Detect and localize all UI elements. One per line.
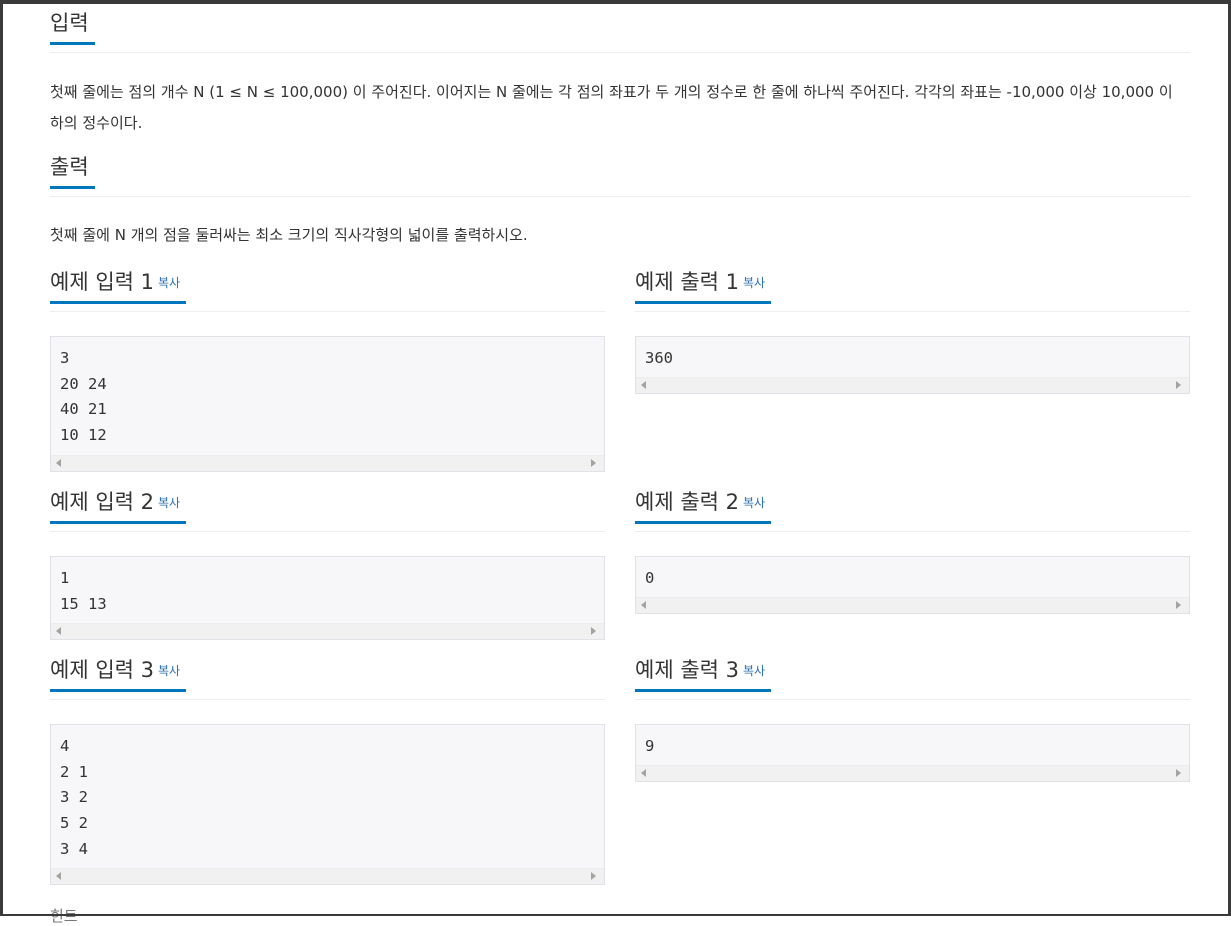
sample-output-3-title: 예제 출력 3 복사 — [635, 653, 772, 692]
scroll-left-arrow-icon[interactable] — [641, 381, 646, 389]
scroll-left-arrow-icon[interactable] — [56, 872, 61, 880]
scroll-left-arrow-icon[interactable] — [641, 601, 646, 609]
sample-output-2-box[interactable]: 0 — [635, 556, 1190, 614]
input-section-header: 입력 — [50, 6, 1190, 53]
sample-input-1-box[interactable]: 3 20 24 40 21 10 12 — [50, 336, 605, 472]
copy-button[interactable]: 복사 — [743, 276, 765, 290]
sample-output-1-box[interactable]: 360 — [635, 336, 1190, 394]
scroll-right-arrow-icon[interactable] — [1176, 601, 1181, 609]
input-section-title: 입력 — [50, 6, 95, 45]
sample-input-3-text: 4 2 1 3 2 5 2 3 4 — [60, 737, 88, 858]
sample-output-3-header: 예제 출력 3 복사 — [635, 653, 1190, 700]
copy-button[interactable]: 복사 — [743, 496, 765, 510]
scroll-left-arrow-icon[interactable] — [641, 769, 646, 777]
horizontal-scrollbar[interactable] — [51, 623, 604, 639]
output-section-header: 출력 — [50, 150, 1190, 197]
sample-input-1-header: 예제 입력 1 복사 — [50, 265, 605, 312]
sample-input-3-title: 예제 입력 3 복사 — [50, 653, 187, 692]
horizontal-scrollbar[interactable] — [51, 455, 604, 471]
sample-output-1-header: 예제 출력 1 복사 — [635, 265, 1190, 312]
horizontal-scrollbar[interactable] — [51, 868, 604, 884]
sample-output-2-header: 예제 출력 2 복사 — [635, 485, 1190, 532]
scroll-right-arrow-icon[interactable] — [591, 872, 596, 880]
sample-input-3-box[interactable]: 4 2 1 3 2 5 2 3 4 — [50, 724, 605, 885]
sample-input-2-text: 1 15 13 — [60, 569, 107, 613]
sample-output-2-text: 0 — [645, 569, 655, 587]
sample-output-1-title: 예제 출력 1 복사 — [635, 265, 772, 304]
window-left-border — [0, 0, 3, 916]
scroll-left-arrow-icon[interactable] — [56, 459, 61, 467]
sample-input-2-header: 예제 입력 2 복사 — [50, 485, 605, 532]
sample-input-2-title: 예제 입력 2 복사 — [50, 485, 187, 524]
sample-input-1-title: 예제 입력 1 복사 — [50, 265, 187, 304]
sample-output-1-text: 360 — [645, 349, 673, 367]
scroll-right-arrow-icon[interactable] — [591, 627, 596, 635]
sample-input-3-header: 예제 입력 3 복사 — [50, 653, 605, 700]
scroll-right-arrow-icon[interactable] — [1176, 381, 1181, 389]
scroll-right-arrow-icon[interactable] — [591, 459, 596, 467]
scroll-left-arrow-icon[interactable] — [56, 627, 61, 635]
scroll-right-arrow-icon[interactable] — [1176, 769, 1181, 777]
output-description: 첫째 줄에 N 개의 점을 둘러싸는 최소 크기의 직사각형의 넓이를 출력하시… — [50, 226, 528, 244]
sample-input-2-box[interactable]: 1 15 13 — [50, 556, 605, 640]
horizontal-scrollbar[interactable] — [636, 377, 1189, 393]
copy-button[interactable]: 복사 — [158, 496, 180, 510]
input-description: 첫째 줄에는 점의 개수 N (1 ≤ N ≤ 100,000) 이 주어진다.… — [50, 83, 1173, 132]
sample-output-3-text: 9 — [645, 737, 655, 755]
sample-input-1-text: 3 20 24 40 21 10 12 — [60, 349, 107, 445]
sample-output-2-title: 예제 출력 2 복사 — [635, 485, 772, 524]
window-top-border — [0, 0, 1231, 4]
copy-button[interactable]: 복사 — [743, 664, 765, 678]
horizontal-scrollbar[interactable] — [636, 597, 1189, 613]
sample-output-3-box[interactable]: 9 — [635, 724, 1190, 782]
copy-button[interactable]: 복사 — [158, 664, 180, 678]
copy-button[interactable]: 복사 — [158, 276, 180, 290]
horizontal-scrollbar[interactable] — [636, 765, 1189, 781]
output-section-title: 출력 — [50, 150, 95, 189]
